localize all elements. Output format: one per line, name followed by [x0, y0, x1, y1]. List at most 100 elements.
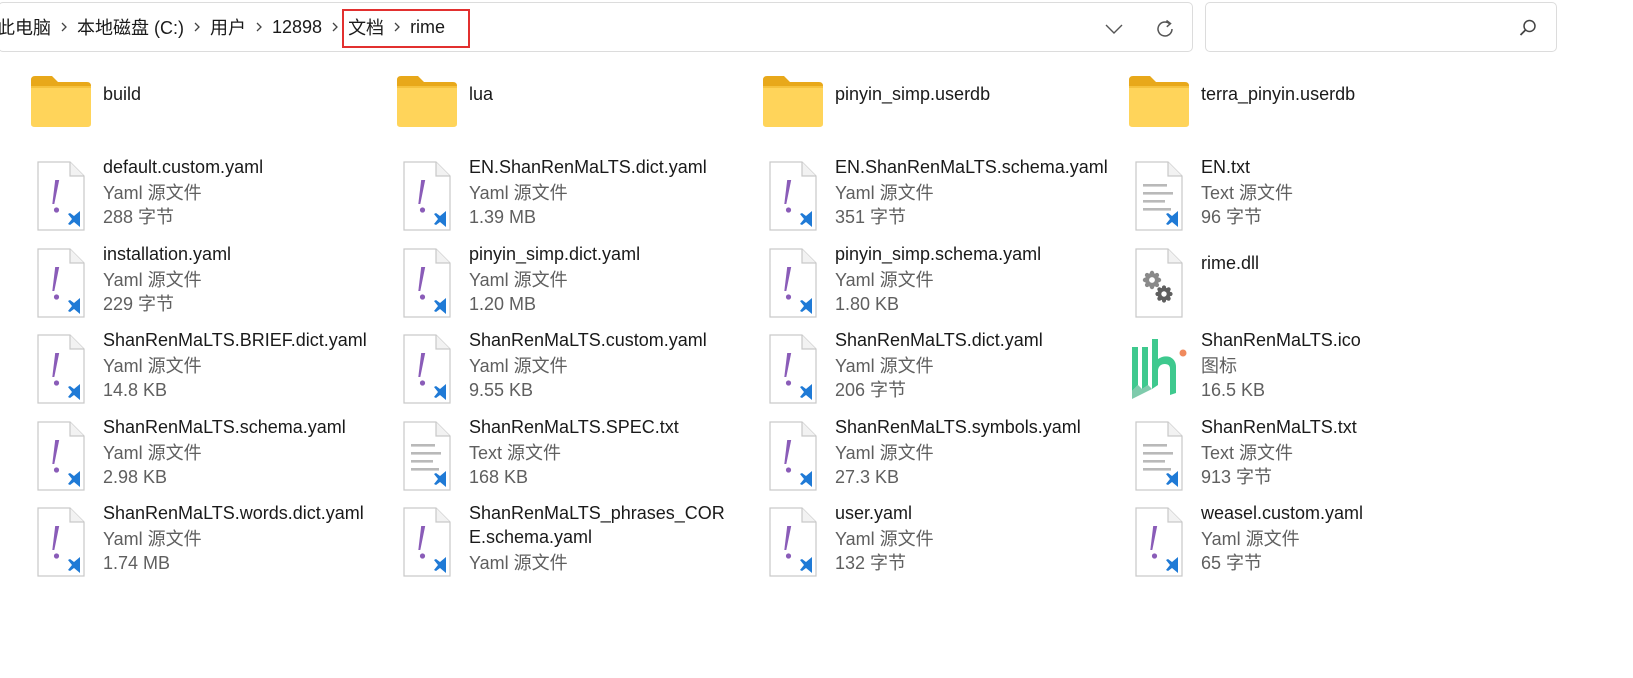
file-item[interactable]: weasel.custom.yaml Yaml 源文件 65 字节: [1098, 498, 1464, 584]
breadcrumb-item-local-disk[interactable]: 本地磁盘 (C:): [75, 14, 186, 40]
breadcrumb-item-this-pc[interactable]: 此电脑: [0, 14, 53, 40]
text-file-icon: [1128, 420, 1190, 494]
chevron-down-icon[interactable]: [1101, 18, 1127, 40]
chevron-right-icon[interactable]: [186, 22, 208, 32]
file-item[interactable]: ShanRenMaLTS.schema.yaml Yaml 源文件 2.98 KB: [0, 412, 366, 498]
file-name: ShanRenMaLTS.txt: [1201, 417, 1357, 437]
file-name: default.custom.yaml: [103, 157, 264, 177]
file-name: ShanRenMaLTS.BRIEF.dict.yaml: [103, 330, 367, 350]
file-type: Yaml 源文件: [103, 443, 202, 463]
file-item[interactable]: installation.yaml Yaml 源文件 229 字节: [0, 239, 366, 325]
file-size: 351 字节: [835, 207, 907, 227]
file-item[interactable]: ShanRenMaLTS.symbols.yaml Yaml 源文件 27.3 KB: [732, 412, 1098, 498]
file-type: Yaml 源文件: [469, 356, 568, 376]
yaml-file-icon: [762, 160, 824, 234]
folder-item[interactable]: terra_pinyin.userdb: [1098, 60, 1464, 146]
text-file-icon: [1128, 160, 1190, 234]
file-item[interactable]: ShanRenMaLTS.BRIEF.dict.yaml Yaml 源文件 14.8…: [0, 325, 367, 411]
file-type: Text 源文件: [469, 443, 562, 463]
file-item[interactable]: ShanRenMaLTS.words.dict.yaml Yaml 源文件 1.74…: [0, 498, 366, 584]
file-name: ShanRenMaLTS.ico: [1201, 330, 1361, 350]
file-type: Yaml 源文件: [103, 529, 202, 549]
refresh-icon[interactable]: [1152, 16, 1178, 42]
file-item[interactable]: default.custom.yaml Yaml 源文件 288 字节: [0, 152, 366, 238]
yaml-file-icon: [762, 333, 824, 407]
file-size: 96 字节: [1201, 207, 1263, 227]
file-size: 132 字节: [835, 553, 907, 573]
file-size: 229 字节: [103, 294, 175, 314]
file-item[interactable]: rime.dll: [1098, 239, 1464, 325]
file-item[interactable]: ShanRenMaLTS.ico 图标 16.5 KB: [1098, 325, 1464, 411]
search-input[interactable]: [1205, 2, 1557, 52]
folder-item[interactable]: lua: [366, 60, 732, 146]
file-name: pinyin_simp.userdb: [835, 84, 991, 104]
file-name: installation.yaml: [103, 244, 232, 264]
breadcrumb-item-users[interactable]: 用户: [208, 14, 248, 40]
yaml-file-icon: [396, 333, 458, 407]
file-name: ShanRenMaLTS.dict.yaml: [835, 330, 1043, 350]
file-type: Text 源文件: [1201, 183, 1294, 203]
address-bar[interactable]: 此电脑 本地磁盘 (C:) 用户 12898 文档 rime: [0, 2, 1193, 52]
breadcrumb-item-documents[interactable]: 文档: [346, 14, 386, 40]
yaml-file-icon: [30, 420, 92, 494]
file-type: Yaml 源文件: [469, 270, 568, 290]
file-size: 1.39 MB: [469, 207, 537, 227]
folder-icon: [396, 74, 458, 128]
file-size: 14.8 KB: [103, 380, 168, 400]
file-name: EN.ShanRenMaLTS.dict.yaml: [469, 157, 707, 177]
file-item[interactable]: ShanRenMaLTS_phrases_CORE.schema.yaml Yam…: [366, 498, 732, 584]
file-item[interactable]: EN.ShanRenMaLTS.schema.yaml Yaml 源文件 351 字…: [732, 152, 1108, 238]
file-item[interactable]: ShanRenMaLTS.txt Text 源文件 913 字节: [1098, 412, 1464, 498]
file-type: Yaml 源文件: [103, 356, 202, 376]
text-file-icon: [396, 420, 458, 494]
folder-item[interactable]: pinyin_simp.userdb: [732, 60, 1098, 146]
dll-file-icon: [1128, 247, 1190, 321]
file-name: ShanRenMaLTS.custom.yaml: [469, 330, 707, 350]
file-size: 206 字节: [835, 380, 907, 400]
file-item[interactable]: ShanRenMaLTS.SPEC.txt Text 源文件 168 KB: [366, 412, 732, 498]
file-type: Yaml 源文件: [103, 183, 202, 203]
file-type: Yaml 源文件: [469, 183, 568, 203]
search-icon[interactable]: [1518, 18, 1538, 38]
file-size: 1.80 KB: [835, 294, 900, 314]
file-size: 1.74 MB: [103, 553, 171, 573]
file-item[interactable]: ShanRenMaLTS.dict.yaml Yaml 源文件 206 字节: [732, 325, 1098, 411]
file-name: weasel.custom.yaml: [1201, 503, 1364, 523]
folder-item[interactable]: build: [0, 60, 366, 146]
file-type: Yaml 源文件: [835, 529, 934, 549]
file-type: Yaml 源文件: [103, 270, 202, 290]
file-name: build: [103, 84, 142, 104]
file-item[interactable]: pinyin_simp.dict.yaml Yaml 源文件 1.20 MB: [366, 239, 732, 325]
file-grid: build lua pinyin_simp.userdb terra_pinyin.u…: [0, 60, 1633, 678]
file-size: 1.20 MB: [469, 294, 537, 314]
file-item[interactable]: ShanRenMaLTS.custom.yaml Yaml 源文件 9.55 KB: [366, 325, 732, 411]
file-item[interactable]: EN.txt Text 源文件 96 字节: [1098, 152, 1464, 238]
breadcrumb-item-rime[interactable]: rime: [408, 17, 447, 38]
yaml-file-icon: [762, 420, 824, 494]
file-name: user.yaml: [835, 503, 913, 523]
file-name: ShanRenMaLTS_phrases_CORE.schema.yaml: [469, 503, 725, 547]
file-name: ShanRenMaLTS.symbols.yaml: [835, 417, 1081, 437]
ico-file-icon: [1128, 333, 1190, 407]
yaml-file-icon: [30, 333, 92, 407]
yaml-file-icon: [1128, 506, 1190, 580]
file-item[interactable]: pinyin_simp.schema.yaml Yaml 源文件 1.80 KB: [732, 239, 1098, 325]
file-size: 16.5 KB: [1201, 380, 1266, 400]
yaml-file-icon: [396, 160, 458, 234]
folder-icon: [762, 74, 824, 128]
file-name: terra_pinyin.userdb: [1201, 84, 1356, 104]
yaml-file-icon: [30, 247, 92, 321]
file-name: EN.ShanRenMaLTS.schema.yaml: [835, 157, 1108, 177]
chevron-right-icon[interactable]: [53, 22, 75, 32]
breadcrumb-item-user-folder[interactable]: 12898: [270, 17, 324, 38]
chevron-right-icon[interactable]: [386, 22, 408, 32]
yaml-file-icon: [396, 247, 458, 321]
file-name: EN.txt: [1201, 157, 1251, 177]
file-item[interactable]: user.yaml Yaml 源文件 132 字节: [732, 498, 1098, 584]
file-item[interactable]: EN.ShanRenMaLTS.dict.yaml Yaml 源文件 1.39 MB: [366, 152, 732, 238]
file-name: ShanRenMaLTS.schema.yaml: [103, 417, 346, 437]
breadcrumb: 此电脑 本地磁盘 (C:) 用户 12898 文档 rime: [0, 3, 447, 51]
yaml-file-icon: [762, 247, 824, 321]
chevron-right-icon[interactable]: [324, 22, 346, 32]
chevron-right-icon[interactable]: [248, 22, 270, 32]
